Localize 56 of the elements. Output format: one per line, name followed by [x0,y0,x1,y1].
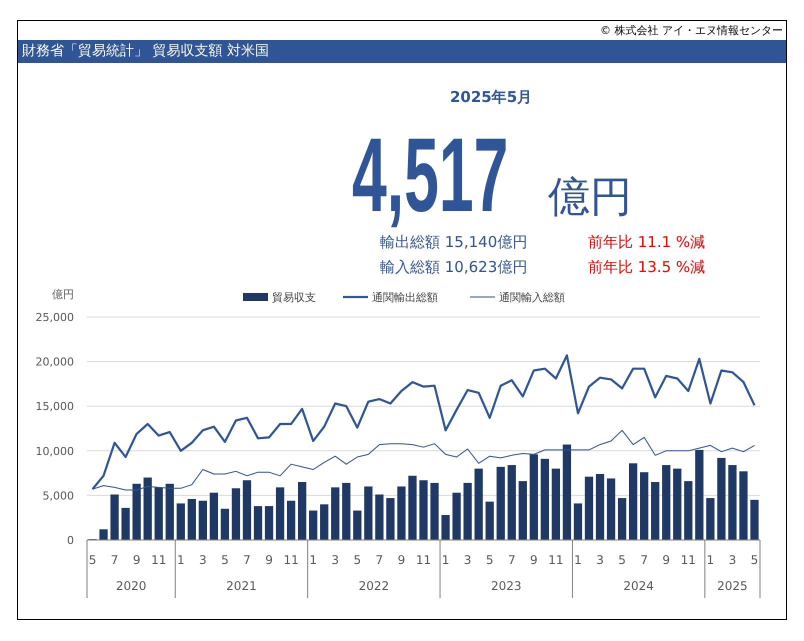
year-over-year-change: 前年比 11.1 %減 [588,232,706,253]
y-tick-label: 25,000 [36,311,74,324]
year-over-year-change: 前年比 13.5 %減 [588,257,706,278]
x-tick-label: 5 [88,553,96,567]
copyright-text: © 株式会社 アイ・エヌ情報センター [600,24,783,37]
x-tick-label: 3 [596,553,604,567]
x-tick-label: 5 [618,553,626,567]
x-tick-label: 7 [243,553,251,567]
x-tick-label: 1 [706,553,714,567]
y-tick-label: 0 [67,534,74,547]
x-tick-label: 1 [309,553,317,567]
year-label: 2025 [717,579,748,593]
year-label: 2023 [490,579,522,593]
x-tick-label: 3 [464,553,472,567]
x-tick-label: 9 [398,553,406,567]
period-label: 2025年5月 [450,88,532,106]
x-tick-label: 1 [442,553,450,567]
legend-label: 貿易収支 [272,291,316,304]
x-tick-label: 11 [283,553,299,567]
y-tick-label: 20,000 [36,356,74,369]
headline-unit: 億円 [548,172,632,222]
x-tick-label: 3 [728,553,736,567]
x-tick-label: 1 [176,553,185,567]
x-tick-label: 5 [353,553,362,567]
x-tick-label: 7 [376,553,384,567]
headline-value: 4,517 [352,126,508,230]
y-axis-label: 億円 [52,288,74,301]
x-tick-label: 5 [486,553,494,567]
x-tick-label: 11 [151,553,166,567]
title-bar: 財務省「貿易統計」 貿易収支額 対米国 [18,40,786,63]
x-tick-label: 7 [508,553,516,567]
x-tick-label: 9 [530,553,538,567]
y-tick-label: 15,000 [36,400,74,414]
year-label: 2021 [226,579,257,593]
x-tick-label: 1 [574,553,582,567]
year-label: 2024 [623,579,654,593]
x-tick-label: 7 [640,553,648,567]
y-tick-label: 5,000 [42,489,74,502]
x-tick-label: 11 [680,553,696,567]
x-tick-label: 11 [416,553,432,567]
year-label: 2022 [358,579,390,593]
x-tick-label: 11 [548,553,564,567]
x-tick-label: 7 [110,553,118,567]
x-tick-label: 5 [221,553,229,567]
x-tick-label: 3 [199,553,207,567]
y-tick-label: 10,000 [36,444,74,458]
total-amount: 輸出総額 15,140億円 [380,232,528,253]
x-tick-label: 9 [265,553,273,567]
x-tick-label: 9 [132,553,140,567]
total-amount: 輸入総額 10,623億円 [380,257,528,278]
legend-label: 通関輸出総額 [372,291,438,304]
year-label: 2020 [116,579,146,593]
x-tick-label: 9 [662,553,670,567]
x-tick-label: 5 [750,553,758,567]
legend-label: 通関輸入総額 [499,291,565,304]
x-tick-label: 3 [331,553,340,567]
